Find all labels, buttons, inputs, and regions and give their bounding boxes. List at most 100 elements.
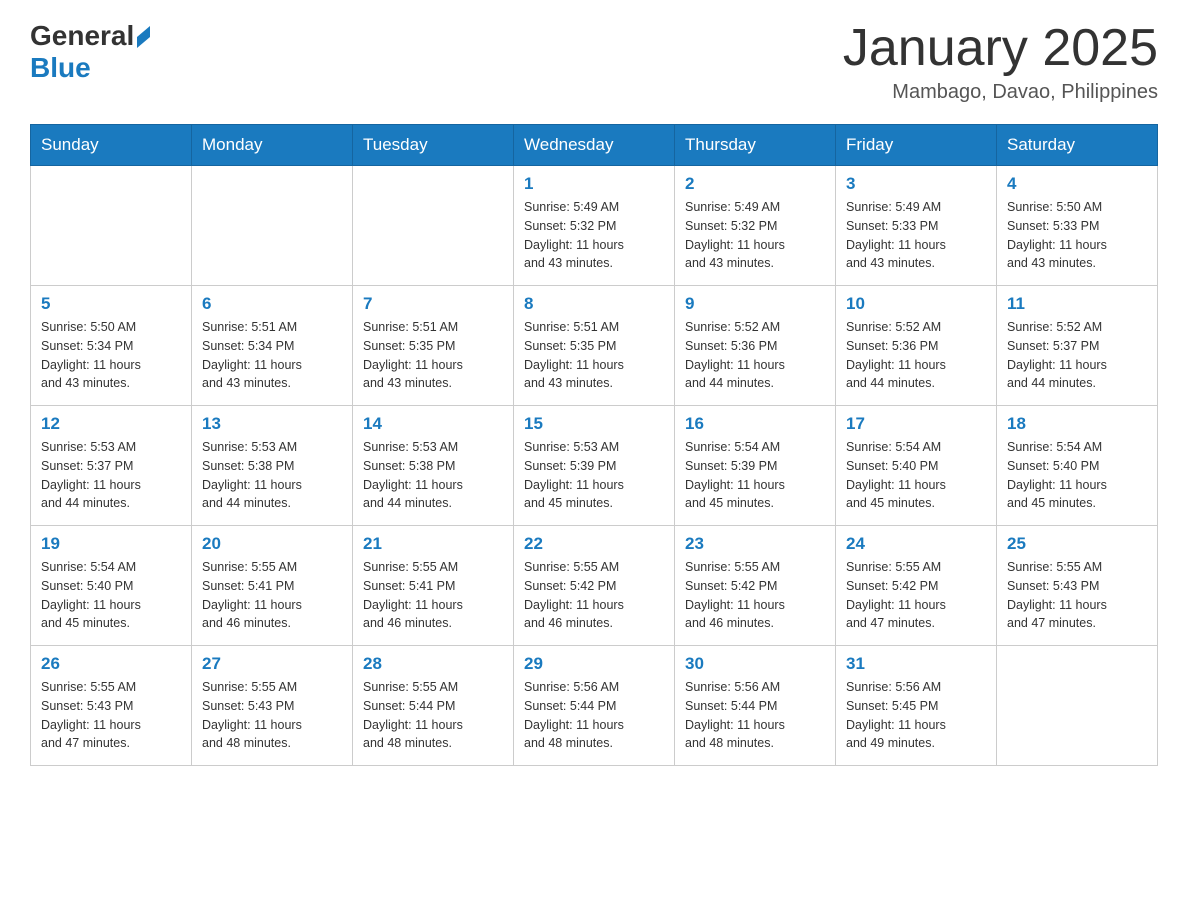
calendar-table: SundayMondayTuesdayWednesdayThursdayFrid…: [30, 124, 1158, 766]
day-number: 15: [524, 414, 664, 434]
day-cell-1: 1 Sunrise: 5:49 AMSunset: 5:32 PMDaylight…: [514, 166, 675, 286]
day-cell-24: 24 Sunrise: 5:55 AMSunset: 5:42 PMDayligh…: [836, 526, 997, 646]
week-row-4: 19 Sunrise: 5:54 AMSunset: 5:40 PMDayligh…: [31, 526, 1158, 646]
day-number: 18: [1007, 414, 1147, 434]
day-number: 10: [846, 294, 986, 314]
day-number: 2: [685, 174, 825, 194]
day-cell-6: 6Sunrise: 5:51 AMSunset: 5:34 PMDaylight…: [192, 286, 353, 406]
day-number: 13: [202, 414, 342, 434]
day-number: 24: [846, 534, 986, 554]
empty-cell: [353, 166, 514, 286]
day-number: 22: [524, 534, 664, 554]
month-title: January 2025: [843, 20, 1158, 77]
day-number: 19: [41, 534, 181, 554]
day-cell-22: 22 Sunrise: 5:55 AMSunset: 5:42 PMDayligh…: [514, 526, 675, 646]
day-info: Sunrise: 5:50 AMSunset: 5:33 PMDaylight:…: [1007, 198, 1147, 273]
day-info: Sunrise: 5:53 AMSunset: 5:39 PMDaylight:…: [524, 438, 664, 513]
day-cell-10: 10 Sunrise: 5:52 AMSunset: 5:36 PMDayligh…: [836, 286, 997, 406]
day-number: 14: [363, 414, 503, 434]
empty-cell: [192, 166, 353, 286]
day-number: 9: [685, 294, 825, 314]
day-number: 26: [41, 654, 181, 674]
day-number: 17: [846, 414, 986, 434]
weekday-header-monday: Monday: [192, 125, 353, 166]
day-info: Sunrise: 5:55 AMSunset: 5:42 PMDaylight:…: [524, 558, 664, 633]
day-cell-21: 21Sunrise: 5:55 AMSunset: 5:41 PMDayligh…: [353, 526, 514, 646]
page-header: General Blue January 2025 Mambago, Davao…: [30, 20, 1158, 104]
day-info: Sunrise: 5:51 AMSunset: 5:35 PMDaylight:…: [363, 318, 503, 393]
title-section: January 2025 Mambago, Davao, Philippines: [843, 20, 1158, 104]
day-info: Sunrise: 5:55 AMSunset: 5:42 PMDaylight:…: [846, 558, 986, 633]
day-cell-19: 19 Sunrise: 5:54 AMSunset: 5:40 PMDayligh…: [31, 526, 192, 646]
day-info: Sunrise: 5:54 AMSunset: 5:40 PMDaylight:…: [41, 558, 181, 633]
weekday-header-wednesday: Wednesday: [514, 125, 675, 166]
empty-cell: [997, 646, 1158, 766]
day-cell-23: 23 Sunrise: 5:55 AMSunset: 5:42 PMDayligh…: [675, 526, 836, 646]
day-number: 31: [846, 654, 986, 674]
day-info: Sunrise: 5:53 AMSunset: 5:38 PMDaylight:…: [363, 438, 503, 513]
day-cell-14: 14 Sunrise: 5:53 AMSunset: 5:38 PMDayligh…: [353, 406, 514, 526]
day-number: 1: [524, 174, 664, 194]
day-info: Sunrise: 5:49 AMSunset: 5:33 PMDaylight:…: [846, 198, 986, 273]
day-cell-16: 16 Sunrise: 5:54 AMSunset: 5:39 PMDayligh…: [675, 406, 836, 526]
day-cell-29: 29Sunrise: 5:56 AMSunset: 5:44 PMDayligh…: [514, 646, 675, 766]
day-cell-18: 18 Sunrise: 5:54 AMSunset: 5:40 PMDayligh…: [997, 406, 1158, 526]
day-info: Sunrise: 5:56 AMSunset: 5:44 PMDaylight:…: [685, 678, 825, 753]
day-number: 12: [41, 414, 181, 434]
day-cell-27: 27 Sunrise: 5:55 AMSunset: 5:43 PMDayligh…: [192, 646, 353, 766]
day-info: Sunrise: 5:55 AMSunset: 5:43 PMDaylight:…: [1007, 558, 1147, 633]
day-cell-20: 20 Sunrise: 5:55 AMSunset: 5:41 PMDayligh…: [192, 526, 353, 646]
day-number: 11: [1007, 294, 1147, 314]
weekday-header-row: SundayMondayTuesdayWednesdayThursdayFrid…: [31, 125, 1158, 166]
day-cell-4: 4Sunrise: 5:50 AMSunset: 5:33 PMDaylight…: [997, 166, 1158, 286]
week-row-3: 12Sunrise: 5:53 AMSunset: 5:37 PMDayligh…: [31, 406, 1158, 526]
day-cell-25: 25 Sunrise: 5:55 AMSunset: 5:43 PMDayligh…: [997, 526, 1158, 646]
day-info: Sunrise: 5:55 AMSunset: 5:43 PMDaylight:…: [202, 678, 342, 753]
day-info: Sunrise: 5:54 AMSunset: 5:39 PMDaylight:…: [685, 438, 825, 513]
day-cell-5: 5 Sunrise: 5:50 AMSunset: 5:34 PMDaylight…: [31, 286, 192, 406]
day-number: 8: [524, 294, 664, 314]
day-cell-2: 2 Sunrise: 5:49 AMSunset: 5:32 PMDaylight…: [675, 166, 836, 286]
day-number: 23: [685, 534, 825, 554]
day-info: Sunrise: 5:56 AMSunset: 5:45 PMDaylight:…: [846, 678, 986, 753]
day-cell-3: 3 Sunrise: 5:49 AMSunset: 5:33 PMDaylight…: [836, 166, 997, 286]
week-row-2: 5 Sunrise: 5:50 AMSunset: 5:34 PMDaylight…: [31, 286, 1158, 406]
day-info: Sunrise: 5:49 AMSunset: 5:32 PMDaylight:…: [524, 198, 664, 273]
day-info: Sunrise: 5:56 AMSunset: 5:44 PMDaylight:…: [524, 678, 664, 753]
day-info: Sunrise: 5:53 AMSunset: 5:38 PMDaylight:…: [202, 438, 342, 513]
day-number: 21: [363, 534, 503, 554]
day-cell-15: 15 Sunrise: 5:53 AMSunset: 5:39 PMDayligh…: [514, 406, 675, 526]
day-number: 25: [1007, 534, 1147, 554]
day-info: Sunrise: 5:50 AMSunset: 5:34 PMDaylight:…: [41, 318, 181, 393]
day-number: 7: [363, 294, 503, 314]
day-info: Sunrise: 5:51 AMSunset: 5:34 PMDaylight:…: [202, 318, 342, 393]
day-info: Sunrise: 5:52 AMSunset: 5:37 PMDaylight:…: [1007, 318, 1147, 393]
day-info: Sunrise: 5:51 AMSunset: 5:35 PMDaylight:…: [524, 318, 664, 393]
day-cell-8: 8 Sunrise: 5:51 AMSunset: 5:35 PMDaylight…: [514, 286, 675, 406]
day-info: Sunrise: 5:49 AMSunset: 5:32 PMDaylight:…: [685, 198, 825, 273]
day-cell-30: 30Sunrise: 5:56 AMSunset: 5:44 PMDayligh…: [675, 646, 836, 766]
day-cell-26: 26Sunrise: 5:55 AMSunset: 5:43 PMDayligh…: [31, 646, 192, 766]
day-cell-9: 9 Sunrise: 5:52 AMSunset: 5:36 PMDaylight…: [675, 286, 836, 406]
weekday-header-friday: Friday: [836, 125, 997, 166]
day-number: 16: [685, 414, 825, 434]
day-info: Sunrise: 5:55 AMSunset: 5:41 PMDaylight:…: [202, 558, 342, 633]
day-info: Sunrise: 5:52 AMSunset: 5:36 PMDaylight:…: [685, 318, 825, 393]
logo-general-text: General: [30, 20, 134, 52]
logo-blue-text: Blue: [30, 52, 91, 83]
day-cell-28: 28Sunrise: 5:55 AMSunset: 5:44 PMDayligh…: [353, 646, 514, 766]
day-info: Sunrise: 5:54 AMSunset: 5:40 PMDaylight:…: [1007, 438, 1147, 513]
weekday-header-tuesday: Tuesday: [353, 125, 514, 166]
day-cell-12: 12Sunrise: 5:53 AMSunset: 5:37 PMDayligh…: [31, 406, 192, 526]
weekday-header-sunday: Sunday: [31, 125, 192, 166]
day-number: 3: [846, 174, 986, 194]
logo: General Blue: [30, 20, 150, 84]
day-info: Sunrise: 5:52 AMSunset: 5:36 PMDaylight:…: [846, 318, 986, 393]
day-number: 20: [202, 534, 342, 554]
day-number: 27: [202, 654, 342, 674]
day-info: Sunrise: 5:54 AMSunset: 5:40 PMDaylight:…: [846, 438, 986, 513]
day-number: 28: [363, 654, 503, 674]
day-number: 5: [41, 294, 181, 314]
location: Mambago, Davao, Philippines: [843, 81, 1158, 104]
day-info: Sunrise: 5:55 AMSunset: 5:42 PMDaylight:…: [685, 558, 825, 633]
